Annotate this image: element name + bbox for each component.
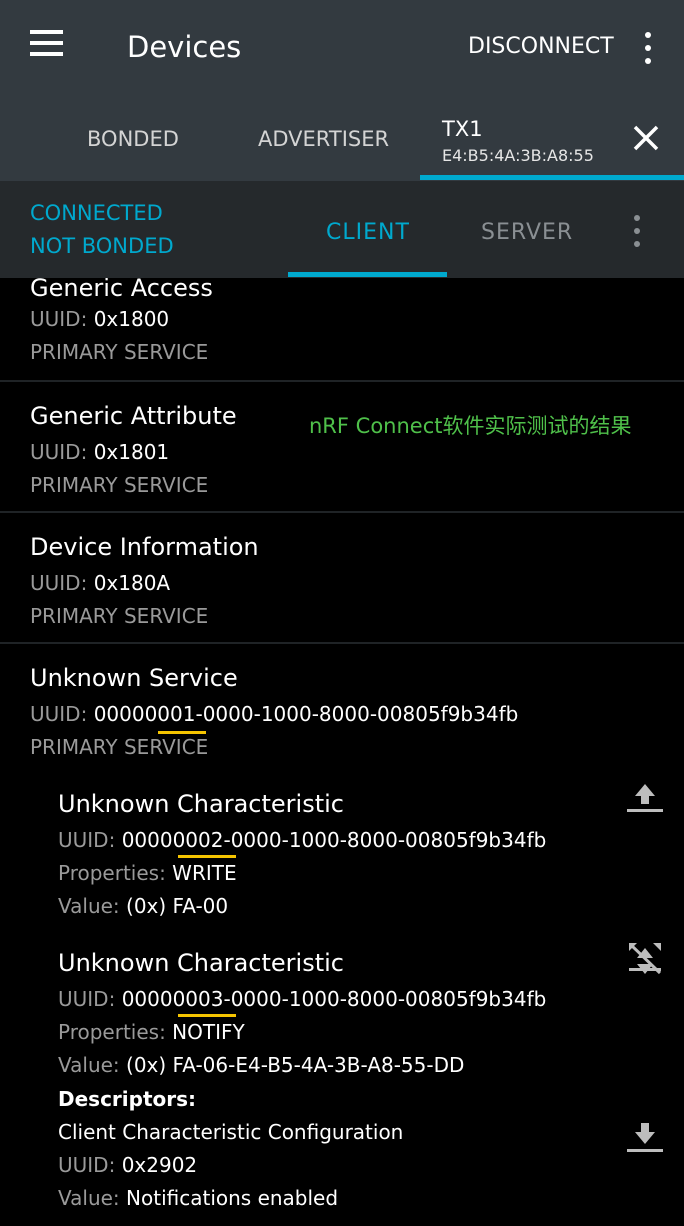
service-name: Unknown Service xyxy=(30,664,238,692)
tab-advertiser[interactable]: ADVERTISER xyxy=(258,127,389,151)
characteristic-properties: WRITE xyxy=(172,861,237,885)
service-uuid-row: UUID: 00000001-0000-1000-8000-00805f9b34… xyxy=(30,702,519,726)
disconnect-button[interactable]: DISCONNECT xyxy=(468,34,614,59)
service-uuid-row: UUID: 0x1801 xyxy=(30,440,170,464)
tab-client[interactable]: CLIENT xyxy=(326,220,410,245)
descriptor-value-row: Value: Notifications enabled xyxy=(58,1186,339,1210)
tab-device-name[interactable]: TX1 xyxy=(442,117,483,141)
characteristic-value: (0x) FA-06-E4-B5-4A-3B-A8-55-DD xyxy=(126,1053,465,1077)
characteristic-uuid: 00000003-0000-1000-8000-00805f9b34fb xyxy=(121,987,547,1011)
service-item[interactable]: Generic Attribute UUID: 0x1801 PRIMARY S… xyxy=(0,382,684,512)
close-tab-icon[interactable] xyxy=(632,124,660,152)
characteristic-item[interactable]: Unknown Characteristic UUID: 00000002-00… xyxy=(0,786,684,936)
service-uuid: 0x1801 xyxy=(93,440,170,464)
characteristic-name: Unknown Characteristic xyxy=(58,790,344,818)
characteristic-properties-row: Properties: NOTIFY xyxy=(58,1020,245,1044)
notify-toggle-icon[interactable] xyxy=(625,938,665,978)
characteristic-value-row: Value: (0x) FA-06-E4-B5-4A-3B-A8-55-DD xyxy=(58,1053,465,1077)
characteristic-properties: NOTIFY xyxy=(172,1020,245,1044)
tab-server[interactable]: SERVER xyxy=(481,220,573,245)
tab-device-address: E4:B5:4A:3B:A8:55 xyxy=(442,146,594,165)
service-type: PRIMARY SERVICE xyxy=(30,340,209,364)
descriptor-value: Notifications enabled xyxy=(126,1186,339,1210)
service-type: PRIMARY SERVICE xyxy=(30,604,209,628)
descriptor-uuid: 0x2902 xyxy=(121,1153,198,1177)
service-item[interactable]: Generic Access UUID: 0x1800 PRIMARY SERV… xyxy=(0,278,684,381)
active-tab-indicator xyxy=(420,175,684,180)
service-type: PRIMARY SERVICE xyxy=(30,473,209,497)
write-upload-icon[interactable] xyxy=(625,780,665,820)
characteristic-item[interactable]: Unknown Characteristic UUID: 00000003-00… xyxy=(0,945,684,1226)
service-name: Generic Attribute xyxy=(30,402,237,430)
service-uuid-row: UUID: 0x1800 xyxy=(30,307,170,331)
descriptor-uuid-row: UUID: 0x2902 xyxy=(58,1153,198,1177)
highlight-underline xyxy=(158,731,206,734)
descriptor-name: Client Characteristic Configuration xyxy=(58,1120,404,1144)
characteristic-value: (0x) FA-00 xyxy=(126,894,229,918)
characteristic-properties-row: Properties: WRITE xyxy=(58,861,237,885)
page-title: Devices xyxy=(127,30,242,64)
characteristic-uuid-row: UUID: 00000002-0000-1000-8000-00805f9b34… xyxy=(58,828,547,852)
hamburger-menu-icon[interactable] xyxy=(30,30,70,64)
highlight-underline xyxy=(178,1014,236,1017)
characteristic-name: Unknown Characteristic xyxy=(58,949,344,977)
service-uuid: 0x180A xyxy=(93,571,171,595)
annotation-text: nRF Connect软件实际测试的结果 xyxy=(309,414,632,438)
characteristic-uuid: 00000002-0000-1000-8000-00805f9b34fb xyxy=(121,828,547,852)
service-uuid: 00000001-0000-1000-8000-00805f9b34fb xyxy=(93,702,519,726)
more-options-icon[interactable] xyxy=(633,28,663,68)
read-download-icon[interactable] xyxy=(625,1118,665,1158)
characteristic-uuid-row: UUID: 00000003-0000-1000-8000-00805f9b34… xyxy=(58,987,547,1011)
service-name: Generic Access xyxy=(30,278,213,302)
service-uuid: 0x1800 xyxy=(93,307,170,331)
active-subtab-indicator xyxy=(288,272,447,277)
tab-bonded[interactable]: BONDED xyxy=(87,127,179,151)
connection-options-icon[interactable] xyxy=(622,211,652,251)
service-type: PRIMARY SERVICE xyxy=(30,735,209,759)
highlight-underline xyxy=(178,855,236,858)
service-name: Device Information xyxy=(30,533,259,561)
descriptors-heading: Descriptors: xyxy=(58,1087,197,1111)
service-item[interactable]: Device Information UUID: 0x180A PRIMARY … xyxy=(0,513,684,643)
bond-state: NOT BONDED xyxy=(30,234,174,258)
connection-state: CONNECTED xyxy=(30,201,163,225)
characteristic-value-row: Value: (0x) FA-00 xyxy=(58,894,229,918)
service-uuid-row: UUID: 0x180A xyxy=(30,571,171,595)
service-item[interactable]: Unknown Service UUID: 00000001-0000-1000… xyxy=(0,644,684,784)
